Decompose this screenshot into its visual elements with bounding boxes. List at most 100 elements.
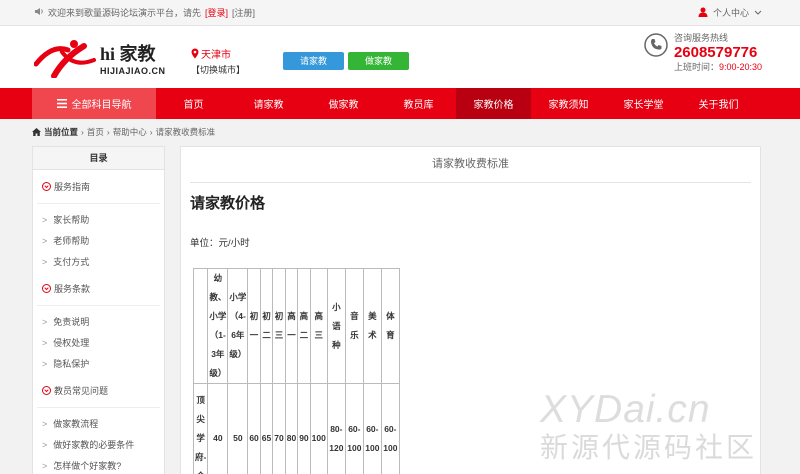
register-link[interactable]: [注册] [232, 6, 255, 19]
home-icon [32, 128, 41, 136]
login-link[interactable]: [登录] [205, 6, 228, 19]
table-header-cell: 高一 [284, 268, 299, 384]
chevron-right-icon: > [42, 316, 48, 327]
chevron-right-icon: > [42, 418, 48, 429]
all-subjects-label: 全部科目导航 [71, 100, 132, 111]
sidebar-item-teacher-help[interactable]: > 老师帮助 [33, 230, 164, 251]
list-icon [56, 99, 67, 108]
welcome-area: 欢迎来到歌量源码论坛演示平台，请先 [登录] [注册] [34, 6, 255, 19]
table-cell: 80-120 [326, 383, 346, 474]
table-cell: 100 [309, 383, 328, 474]
location-pin-icon [191, 48, 199, 59]
sidebar-item-label: 免责说明 [53, 317, 90, 327]
main-nav: 全部科目导航 首页 请家教 做家教 教员库 家教价格 家教须知 家长学堂 关于我… [0, 88, 800, 119]
nav-parent-school[interactable]: 家长学堂 [606, 88, 681, 119]
all-subjects-menu[interactable]: 全部科目导航 [32, 88, 156, 119]
sidebar-group-label: 服务条款 [54, 284, 91, 294]
table-header-cell: 音乐 [344, 268, 364, 384]
nav-about-us[interactable]: 关于我们 [681, 88, 756, 119]
table-cell: 70 [272, 383, 286, 474]
table-row-label: 顶尖学府-金 [192, 383, 209, 474]
sidebar-item-label: 家长帮助 [53, 215, 90, 225]
chevron-right-icon: > [42, 337, 48, 348]
table-cell: 65 [259, 383, 274, 474]
table-header-cell: 初三 [272, 268, 286, 384]
table-header-cell: 小语种 [326, 268, 346, 384]
table-corner-cell [192, 268, 209, 384]
hire-tutor-button[interactable]: 请家教 [283, 52, 344, 70]
logo-domain: HIJIAJIAO.CN [100, 66, 166, 76]
breadcrumb-help[interactable]: 帮助中心 [113, 126, 147, 138]
price-table: 幼教、小学（1-3年级） 小学（4-6年级） 初一 初二 初三 高一 高二 高三… [192, 268, 400, 474]
breadcrumb-separator: › [149, 127, 153, 137]
user-center-label: 个人中心 [712, 8, 749, 18]
table-row: 顶尖学府-金 40 50 60 65 70 80 90 100 80-120 6… [192, 383, 400, 474]
chevron-right-icon: > [42, 460, 48, 471]
nav-tutor-prices[interactable]: 家教价格 [456, 88, 531, 119]
table-cell: 60-100 [362, 383, 382, 474]
user-center-menu[interactable]: 个人中心 [698, 6, 762, 19]
chevron-circle-icon [42, 284, 51, 293]
sidebar-item-label: 怎样做个好家教? [53, 461, 122, 471]
main-content: 请家教收费标准 请家教价格 单位：元/小时 幼教、小学（1-3年级） 小学（4-… [180, 146, 761, 474]
chevron-right-icon: > [42, 256, 48, 267]
sidebar-item-requirements[interactable]: > 做好家教的必要条件 [33, 434, 164, 455]
city-selector[interactable]: 天津市 【切换城市】 [191, 46, 245, 76]
city-name: 天津市 [201, 50, 231, 61]
hotline-label: 咨询服务热线 [673, 33, 728, 43]
logo-mark-icon [34, 40, 96, 78]
table-header-cell: 体育 [380, 268, 400, 384]
nav-home[interactable]: 首页 [156, 88, 231, 119]
breadcrumb: 当前位置 › 首页 › 帮助中心 › 请家教收费标准 [32, 126, 215, 138]
top-bar: 欢迎来到歌量源码论坛演示平台，请先 [登录] [注册] 个人中心 [0, 0, 800, 26]
sidebar-item-label: 老师帮助 [53, 236, 90, 246]
sidebar-item-tutor-process[interactable]: > 做家教流程 [33, 413, 164, 434]
service-hotline: 咨询服务热线 2608579776 上班时间：9:00-20:30 [644, 33, 762, 73]
nav-hire-tutor[interactable]: 请家教 [231, 88, 306, 119]
breadcrumb-home[interactable]: 首页 [87, 126, 104, 138]
nav-tutor-library[interactable]: 教员库 [381, 88, 456, 119]
table-header-cell: 高二 [297, 268, 311, 384]
logo-name: hi 家教 [100, 44, 156, 64]
table-header-cell: 初一 [247, 268, 261, 384]
speaker-icon [34, 7, 44, 18]
chevron-right-icon: > [42, 214, 48, 225]
table-header-cell: 小学（4-6年级） [227, 268, 249, 384]
become-tutor-button[interactable]: 做家教 [348, 52, 409, 70]
hours-value: 9:00-20:30 [718, 61, 762, 72]
sidebar-item-parent-help[interactable]: > 家长帮助 [33, 209, 164, 230]
table-cell: 60-100 [380, 383, 400, 474]
article-heading: 请家教价格 [190, 195, 266, 212]
sidebar-item-good-tutor[interactable]: > 怎样做个好家教? [33, 455, 164, 474]
chevron-circle-icon [42, 386, 51, 395]
site-logo[interactable]: hi 家教 HIJIAJIAO.CN [34, 38, 166, 78]
table-header-row: 幼教、小学（1-3年级） 小学（4-6年级） 初一 初二 初三 高一 高二 高三… [192, 268, 400, 384]
sidebar-item-infringement[interactable]: > 侵权处理 [33, 332, 164, 353]
sidebar-group-label: 服务指南 [54, 182, 91, 192]
breadcrumb-separator: › [106, 127, 110, 137]
sidebar-group-label: 教员常见问题 [54, 386, 109, 396]
sidebar-group-terms[interactable]: 服务条款 [37, 272, 160, 306]
table-header-cell: 高三 [309, 268, 328, 384]
sidebar-item-disclaimer[interactable]: > 免责说明 [33, 311, 164, 332]
sidebar-title: 目录 [33, 147, 164, 170]
nav-become-tutor[interactable]: 做家教 [306, 88, 381, 119]
sidebar-group-service-guide[interactable]: 服务指南 [37, 170, 160, 204]
article-title: 请家教收费标准 [190, 147, 751, 183]
table-cell: 80 [284, 383, 299, 474]
breadcrumb-separator: › [81, 127, 84, 137]
sidebar-item-privacy[interactable]: > 隐私保护 [33, 353, 164, 374]
sidebar-item-label: 做家教流程 [53, 419, 99, 429]
sidebar-item-payment[interactable]: > 支付方式 [33, 251, 164, 272]
switch-city-link[interactable]: 【切换城市】 [191, 63, 245, 76]
table-cell: 50 [227, 383, 249, 474]
sidebar-item-label: 侵权处理 [53, 338, 90, 348]
chevron-circle-icon [42, 182, 51, 191]
hotline-number: 2608579776 [673, 43, 758, 61]
hours-label: 上班时间： [673, 61, 719, 72]
sidebar-group-tutor-faq[interactable]: 教员常见问题 [37, 374, 160, 408]
user-icon [698, 7, 708, 19]
nav-tutor-notice[interactable]: 家教须知 [531, 88, 606, 119]
phone-icon [644, 33, 668, 57]
chevron-right-icon: > [42, 235, 48, 246]
